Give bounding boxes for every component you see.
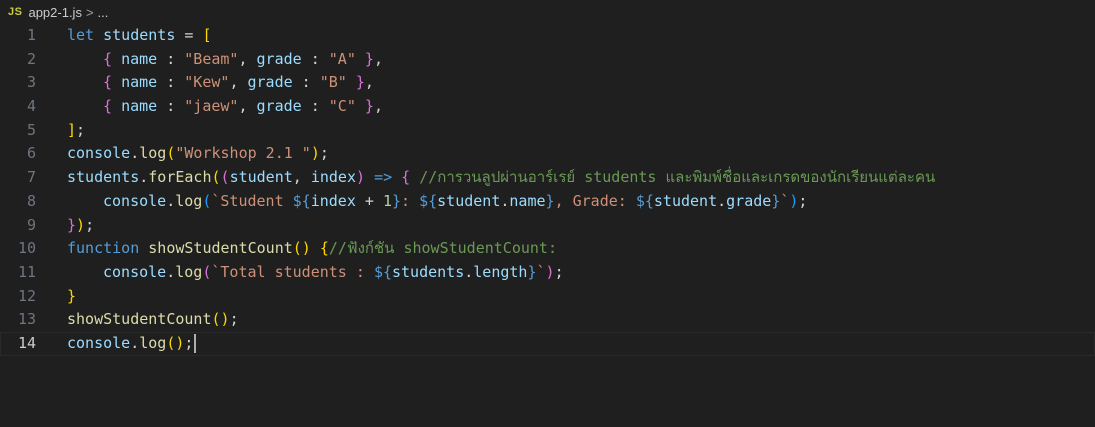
code-line[interactable]: 6 console.log("Workshop 2.1 "); (0, 142, 1095, 166)
code-line[interactable]: 7 students.forEach((student, index) => {… (0, 166, 1095, 190)
line-number: 12 (17, 286, 36, 305)
breadcrumb-more[interactable]: ... (98, 5, 109, 20)
line-number: 13 (17, 310, 36, 329)
line-number: 7 (26, 168, 36, 187)
line-number: 9 (26, 215, 36, 234)
code-line[interactable]: 3 { name : "Kew", grade : "B" }, (0, 71, 1095, 95)
code-line[interactable]: 2 { name : "Beam", grade : "A" }, (0, 48, 1095, 72)
code-line[interactable]: 8 console.log(`Student ${index + 1}: ${s… (0, 190, 1095, 214)
student-grade-value: "A" (328, 49, 356, 68)
breadcrumb-file[interactable]: app2-1.js (28, 5, 81, 20)
line-number: 1 (26, 26, 36, 44)
breadcrumb: JS app2-1.js > ... (0, 0, 1095, 24)
code-line[interactable]: 11 console.log(`Total students : ${stude… (0, 261, 1095, 285)
javascript-file-icon: JS (8, 6, 23, 18)
line-number: 4 (26, 97, 36, 116)
text-cursor (194, 333, 197, 353)
line-number: 2 (26, 49, 36, 68)
code-comment: //ฟังก์ชัน showStudentCount: (328, 239, 557, 258)
line-number: 10 (17, 239, 36, 258)
code-line[interactable]: 13 showStudentCount(); (0, 308, 1095, 332)
code-line[interactable]: 10 function showStudentCount() {//ฟังก์ช… (0, 237, 1095, 261)
student-grade-value: "C" (328, 97, 356, 116)
line-number: 6 (26, 144, 36, 163)
student-name-value: "Kew" (184, 73, 230, 92)
code-line[interactable]: 12 } (0, 285, 1095, 309)
workshop-string: "Workshop 2.1 " (175, 144, 311, 163)
code-line[interactable]: 5 ]; (0, 119, 1095, 143)
code-comment: //การวนลูปผ่านอาร์เรย์ students และพิมพ์… (419, 168, 936, 187)
line-number: 8 (26, 191, 36, 210)
line-number: 3 (26, 73, 36, 92)
line-number: 14 (17, 333, 36, 352)
chevron-right-icon: > (85, 4, 94, 20)
code-line[interactable]: 4 { name : "jaew", grade : "C" }, (0, 95, 1095, 119)
code-line[interactable]: 1 let students = [ (0, 24, 1095, 48)
code-line[interactable]: 9 }); (0, 214, 1095, 238)
code-editor[interactable]: 1 let students = [ 2 { name : "Beam", gr… (0, 24, 1095, 356)
student-name-value: "jaew" (184, 97, 239, 116)
student-grade-value: "B" (319, 73, 347, 92)
student-name-value: "Beam" (184, 49, 239, 68)
line-number: 5 (26, 120, 36, 139)
code-line-current[interactable]: 14 console.log(); (0, 331, 1095, 356)
line-number: 11 (17, 262, 36, 281)
